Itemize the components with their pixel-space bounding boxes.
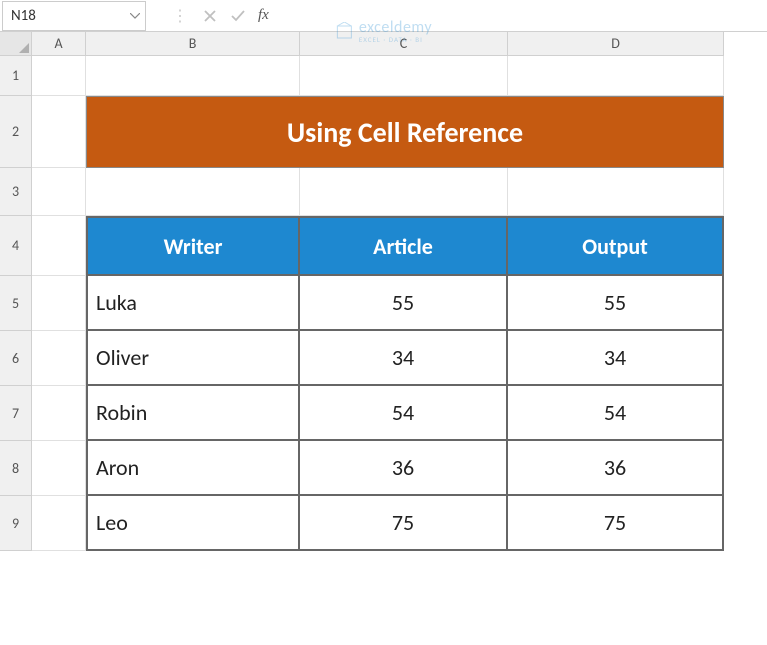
select-all-corner[interactable] <box>0 32 32 56</box>
cell[interactable] <box>300 168 508 216</box>
table-row: Robin5454 <box>86 386 724 441</box>
table-cell[interactable]: 36 <box>508 441 724 496</box>
data-table: Writer Article Output Luka5555Oliver3434… <box>86 216 724 551</box>
table-row: Oliver3434 <box>86 331 724 386</box>
cell[interactable] <box>86 56 300 96</box>
cell[interactable] <box>32 496 86 551</box>
cell[interactable] <box>86 168 300 216</box>
table-cell[interactable]: 34 <box>508 331 724 386</box>
name-box-value: N18 <box>3 7 125 25</box>
cell[interactable] <box>300 56 508 96</box>
row-header-7[interactable]: 7 <box>0 386 32 441</box>
col-header-D[interactable]: D <box>508 32 724 56</box>
cell[interactable] <box>32 331 86 386</box>
col-header-A[interactable]: A <box>32 32 86 56</box>
row-header-5[interactable]: 5 <box>0 276 32 331</box>
cell[interactable] <box>32 56 86 96</box>
table-cell[interactable]: 54 <box>508 386 724 441</box>
table-header-row: Writer Article Output <box>86 216 724 276</box>
cell[interactable] <box>32 276 86 331</box>
table-cell[interactable]: 54 <box>300 386 508 441</box>
table-cell[interactable]: 75 <box>508 496 724 551</box>
table-cell[interactable]: 55 <box>300 276 508 331</box>
row-header-1[interactable]: 1 <box>0 56 32 96</box>
table-row: Aron3636 <box>86 441 724 496</box>
formula-controls: ⋮ fx <box>166 4 269 28</box>
table-cell[interactable]: Robin <box>86 386 300 441</box>
row-header-4[interactable]: 4 <box>0 216 32 276</box>
cancel-icon[interactable] <box>198 4 222 28</box>
table-row: Luka5555 <box>86 276 724 331</box>
table-cell[interactable]: 36 <box>300 441 508 496</box>
watermark-subtext: EXCEL · DATA · BI <box>359 35 432 44</box>
cell[interactable] <box>32 441 86 496</box>
th-writer[interactable]: Writer <box>86 216 300 276</box>
divider-icon: ⋮ <box>172 6 188 26</box>
title-banner[interactable]: Using Cell Reference <box>86 96 724 168</box>
th-output[interactable]: Output <box>508 216 724 276</box>
cell[interactable] <box>508 168 724 216</box>
row-headers: 123456789 <box>0 56 32 551</box>
cell[interactable] <box>508 56 724 96</box>
spreadsheet-grid: A B C D 123456789 Using Cell Reference W… <box>0 32 767 56</box>
row-header-9[interactable]: 9 <box>0 496 32 551</box>
cell[interactable] <box>32 216 86 276</box>
cell[interactable] <box>32 96 86 168</box>
table-cell[interactable]: Aron <box>86 441 300 496</box>
table-row: Leo7575 <box>86 496 724 551</box>
name-box[interactable]: N18 <box>2 1 146 31</box>
check-icon[interactable] <box>226 4 250 28</box>
col-header-B[interactable]: B <box>86 32 300 56</box>
row-header-3[interactable]: 3 <box>0 168 32 216</box>
cell[interactable] <box>32 386 86 441</box>
chevron-down-icon[interactable] <box>125 2 145 30</box>
row-header-2[interactable]: 2 <box>0 96 32 168</box>
table-cell[interactable]: 55 <box>508 276 724 331</box>
table-cell[interactable]: Luka <box>86 276 300 331</box>
table-cell[interactable]: 34 <box>300 331 508 386</box>
table-cell[interactable]: 75 <box>300 496 508 551</box>
watermark: exceldemy EXCEL · DATA · BI <box>335 18 432 44</box>
th-article[interactable]: Article <box>300 216 508 276</box>
row-header-6[interactable]: 6 <box>0 331 32 386</box>
watermark-icon <box>335 22 353 40</box>
table-cell[interactable]: Leo <box>86 496 300 551</box>
fx-icon[interactable]: fx <box>258 7 269 24</box>
row-header-8[interactable]: 8 <box>0 441 32 496</box>
title-text: Using Cell Reference <box>287 115 523 150</box>
table-cell[interactable]: Oliver <box>86 331 300 386</box>
cell[interactable] <box>32 168 86 216</box>
